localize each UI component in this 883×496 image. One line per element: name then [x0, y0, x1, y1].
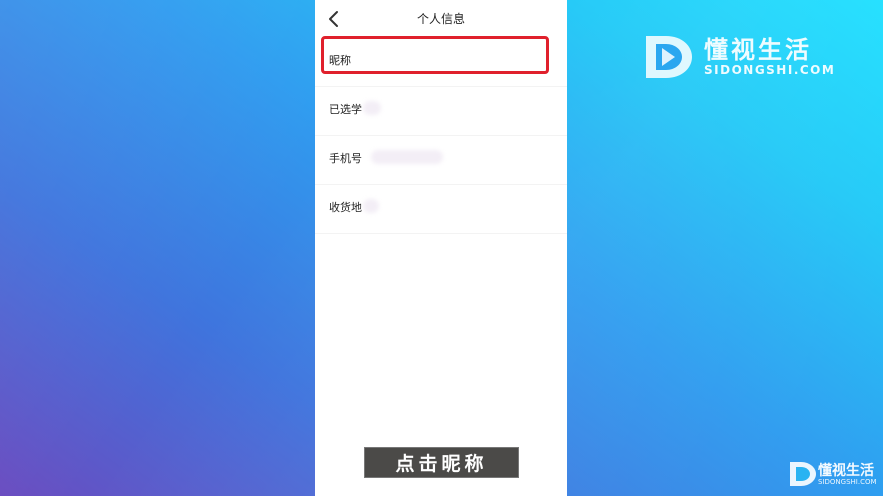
profile-row-nickname[interactable]: 昵称	[315, 38, 567, 87]
profile-list: 昵称 已选学 手机号 收货地	[315, 38, 567, 234]
page-title: 个人信息	[416, 12, 465, 26]
row-label: 已选学	[329, 103, 362, 116]
brand-domain: SIDONGSHI.COM	[704, 63, 836, 77]
corner-logo-icon	[790, 462, 816, 486]
row-label: 手机号	[329, 152, 362, 165]
brand-watermark: 懂视生活 SIDONGSHI.COM	[642, 30, 842, 86]
blurred-value	[363, 101, 381, 115]
row-label: 昵称	[329, 54, 351, 67]
profile-row-course[interactable]: 已选学	[315, 87, 567, 136]
brand-name: 懂视生活	[704, 36, 812, 64]
corner-brand-name: 懂视生活	[818, 463, 874, 479]
blurred-value	[371, 150, 443, 164]
row-label: 收货地	[329, 201, 362, 214]
profile-row-address[interactable]: 收货地	[315, 185, 567, 234]
top-nav-bar: 个人信息	[315, 0, 567, 38]
corner-brand-domain: SIDONGSHI.COM	[818, 478, 877, 486]
subtitle-caption: 点击昵称	[364, 447, 519, 478]
phone-screen: 个人信息 昵称 已选学 手机号 收货地	[315, 0, 567, 496]
corner-watermark: 懂视生活 SIDONGSHI.COM	[788, 458, 880, 492]
blurred-value	[363, 199, 379, 213]
brand-logo-icon	[646, 36, 692, 78]
profile-row-phone[interactable]: 手机号	[315, 136, 567, 185]
video-frame: 个人信息 昵称 已选学 手机号 收货地 点击昵称 懂视生活 SIDONGSHI.…	[0, 0, 883, 496]
